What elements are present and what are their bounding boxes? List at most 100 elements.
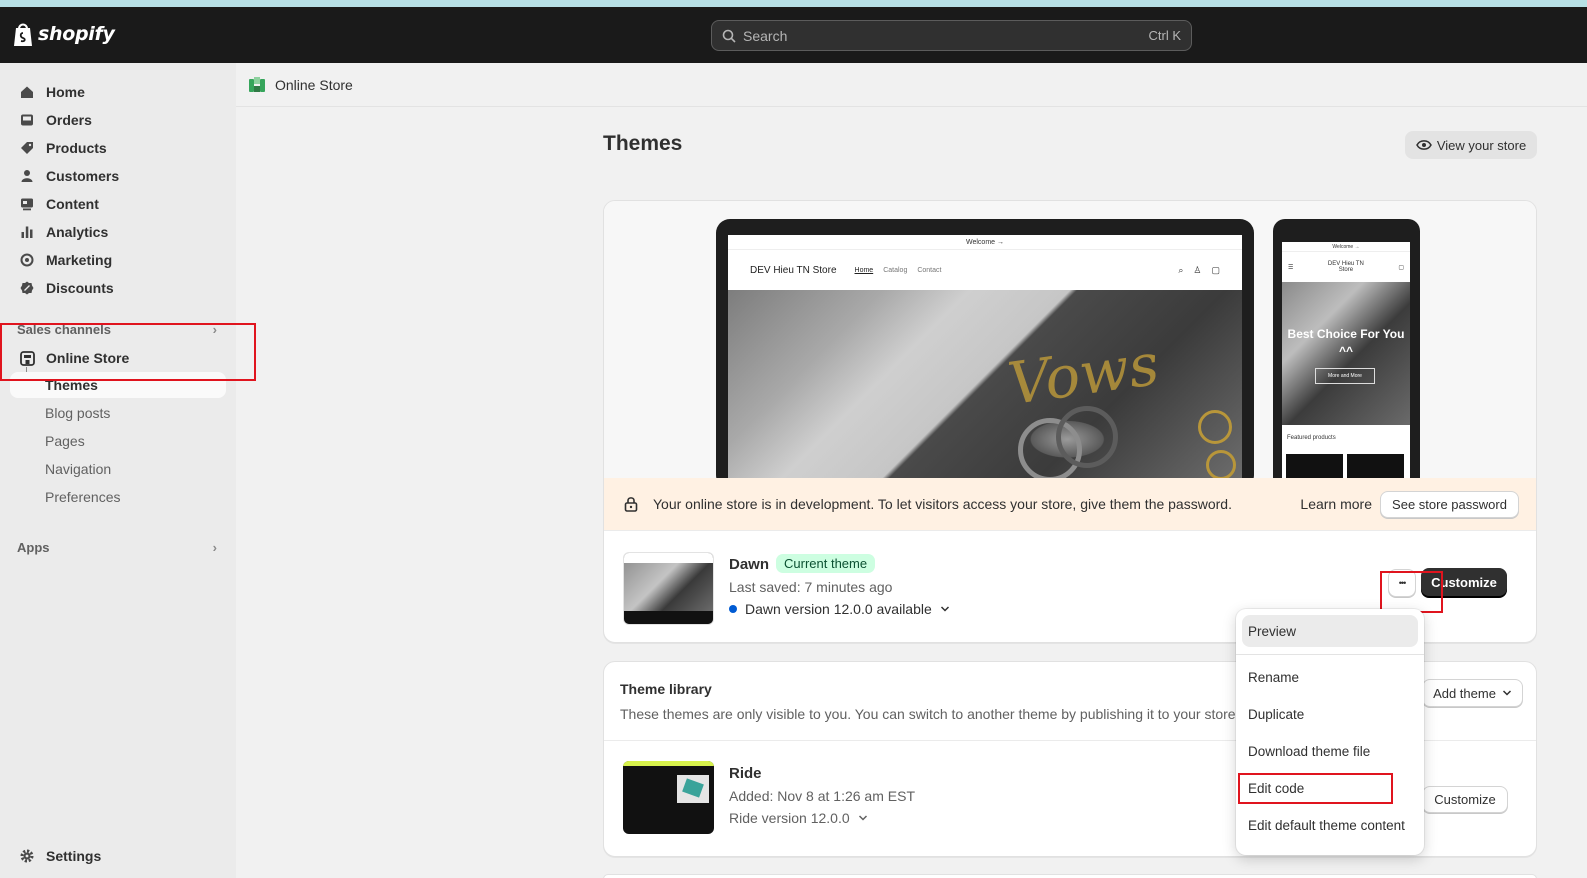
online-store-icon — [249, 76, 265, 92]
ring-shape — [1206, 450, 1236, 478]
sidebar-subitem-label: Pages — [45, 433, 85, 449]
library-theme-added: Added: Nov 8 at 1:26 am EST — [729, 788, 915, 804]
sidebar-subitem-blog-posts[interactable]: Blog posts — [10, 400, 226, 426]
chevron-right-icon: › — [212, 322, 217, 337]
preview-hero-image-mobile: Best Choice For You ^^ More and More — [1282, 282, 1410, 425]
theme-library-description: These themes are only visible to you. Yo… — [620, 706, 1240, 722]
sidebar-subitem-navigation[interactable]: Navigation — [10, 456, 226, 482]
sidebar-item-analytics[interactable]: Analytics — [10, 219, 226, 245]
store-icon — [18, 349, 36, 367]
see-store-password-label: See store password — [1392, 496, 1507, 512]
account-icon: ♙ — [1193, 264, 1202, 275]
bar-chart-icon — [18, 223, 36, 241]
menu-item-preview[interactable]: Preview — [1242, 615, 1418, 647]
sidebar: Home Orders Products Customers Content A… — [0, 63, 236, 878]
shopify-logo[interactable]: shopify — [12, 21, 115, 47]
search-shortcut: Ctrl K — [1148, 28, 1182, 43]
sidebar-subitem-preferences[interactable]: Preferences — [10, 484, 226, 510]
sales-channels-label: Sales channels — [17, 322, 111, 337]
menu-item-edit-default-content[interactable]: Edit default theme content — [1242, 809, 1418, 841]
ring-shape — [1056, 406, 1118, 468]
apps-header[interactable]: Apps › — [17, 540, 227, 555]
chevron-right-icon: › — [212, 540, 217, 555]
sidebar-item-label: Home — [46, 84, 85, 100]
sidebar-item-label: Marketing — [46, 252, 113, 268]
ride-theme-thumbnail — [623, 761, 714, 834]
sidebar-subitem-pages[interactable]: Pages — [10, 428, 226, 454]
sidebar-item-marketing[interactable]: Marketing — [10, 247, 226, 273]
menu-item-download-theme-file[interactable]: Download theme file — [1242, 735, 1418, 767]
apps-label: Apps — [17, 540, 50, 555]
menu-item-label: Edit default theme content — [1248, 817, 1405, 833]
menu-item-label: Duplicate — [1248, 706, 1305, 722]
content-icon — [18, 195, 36, 213]
inbox-icon — [18, 111, 36, 129]
desktop-preview-screen: Welcome → DEV Hieu TN Store Home Catalog… — [728, 235, 1242, 478]
preview-header-mobile: ☰ DEV Hieu TN Store ▢ — [1282, 252, 1410, 282]
sidebar-item-home[interactable]: Home — [10, 79, 226, 105]
sidebar-item-online-store[interactable]: Online Store — [10, 345, 226, 371]
sidebar-item-settings[interactable]: Settings — [10, 843, 226, 869]
preview-header-icons: ⌕ ♙ ▢ — [1178, 265, 1220, 276]
person-icon — [18, 167, 36, 185]
breadcrumb: Online Store — [236, 63, 1587, 107]
menu-item-edit-code[interactable]: Edit code — [1242, 772, 1418, 804]
search-input[interactable]: Search Ctrl K — [711, 20, 1192, 51]
add-theme-label: Add theme — [1433, 685, 1496, 701]
sidebar-item-discounts[interactable]: Discounts — [10, 275, 226, 301]
eye-icon — [1415, 140, 1432, 150]
menu-item-duplicate[interactable]: Duplicate — [1242, 698, 1418, 730]
dev-banner-message: Your online store is in development. To … — [653, 496, 1232, 512]
library-customize-button[interactable]: Customize — [1422, 786, 1508, 813]
update-dot-icon — [729, 605, 737, 613]
breadcrumb-label[interactable]: Online Store — [275, 77, 353, 93]
view-store-button[interactable]: View your store — [1405, 131, 1537, 159]
sidebar-item-label: Discounts — [46, 280, 114, 296]
target-icon — [18, 251, 36, 269]
menu-icon: ☰ — [1288, 264, 1294, 271]
browser-top-strip — [0, 0, 1587, 7]
learn-more-link[interactable]: Learn more — [1300, 496, 1372, 512]
mobile-preview-frame: Welcome → ☰ DEV Hieu TN Store ▢ Best Cho… — [1273, 219, 1420, 478]
sidebar-subitem-themes[interactable]: Themes — [10, 372, 226, 398]
theme-version-dropdown[interactable]: Dawn version 12.0.0 available — [729, 601, 950, 617]
home-icon — [18, 83, 36, 101]
sidebar-item-products[interactable]: Products — [10, 135, 226, 161]
menu-item-rename[interactable]: Rename — [1242, 661, 1418, 693]
current-theme-badge: Current theme — [776, 554, 876, 573]
sales-channels-header[interactable]: Sales channels › — [17, 322, 227, 337]
last-saved-text: Last saved: 7 minutes ago — [729, 579, 893, 595]
theme-preview: Welcome → DEV Hieu TN Store Home Catalog… — [604, 201, 1536, 478]
sidebar-item-label: Settings — [46, 848, 102, 864]
sidebar-item-content[interactable]: Content — [10, 191, 226, 217]
view-store-label: View your store — [1436, 137, 1527, 153]
theme-version-label: Dawn version 12.0.0 available — [745, 601, 932, 617]
preview-hero-button-mobile: More and More — [1315, 368, 1375, 384]
preview-nav-catalog: Catalog — [883, 266, 908, 274]
sidebar-subitem-label: Preferences — [45, 489, 121, 505]
ring-shape — [1198, 410, 1232, 444]
theme-actions-menu: Preview Rename Duplicate Download theme … — [1236, 609, 1424, 855]
sidebar-subitem-label: Navigation — [45, 461, 112, 477]
cart-icon: ▢ — [1398, 264, 1404, 271]
shopify-bag-icon — [14, 23, 32, 46]
preview-nav-links: Home Catalog Contact — [855, 267, 942, 274]
sidebar-item-orders[interactable]: Orders — [10, 107, 226, 133]
desktop-preview-frame: Welcome → DEV Hieu TN Store Home Catalog… — [716, 219, 1254, 478]
add-theme-button[interactable]: Add theme — [1422, 679, 1523, 707]
preview-hero-image: Vows — [728, 290, 1242, 478]
library-theme-version-dropdown[interactable]: Ride version 12.0.0 — [729, 810, 868, 826]
customize-button[interactable]: Customize — [1421, 568, 1507, 597]
top-bar: shopify Search Ctrl K — [0, 7, 1587, 63]
library-customize-label: Customize — [1434, 792, 1496, 807]
sidebar-item-customers[interactable]: Customers — [10, 163, 226, 189]
sidebar-item-label: Orders — [46, 112, 92, 128]
tag-icon — [18, 139, 36, 157]
library-theme-name: Ride — [729, 765, 762, 782]
sidebar-item-label: Online Store — [46, 350, 130, 366]
sidebar-subitem-label: Blog posts — [45, 405, 111, 421]
preview-nav-home: Home — [854, 266, 874, 274]
current-theme-card: Welcome → DEV Hieu TN Store Home Catalog… — [603, 200, 1537, 643]
more-actions-button[interactable]: ••• — [1388, 569, 1416, 597]
see-store-password-button[interactable]: See store password — [1380, 490, 1519, 518]
